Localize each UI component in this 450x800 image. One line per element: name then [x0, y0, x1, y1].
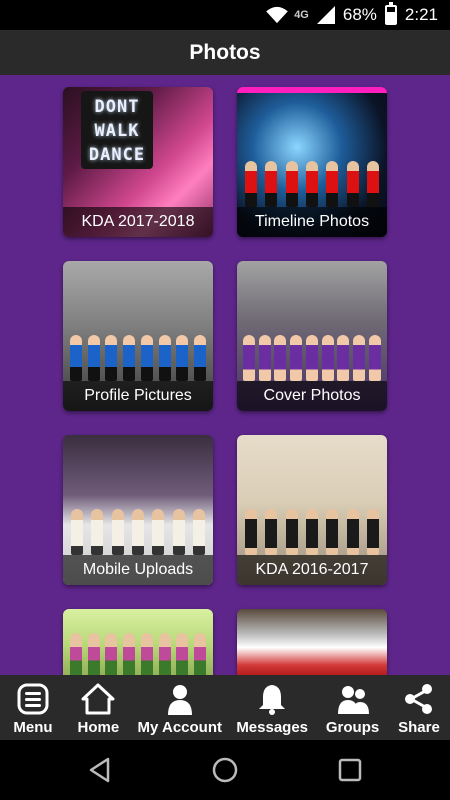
album-cover-image [63, 609, 213, 675]
album-tile-partial[interactable] [63, 609, 213, 675]
album-label: Cover Photos [237, 381, 387, 411]
dont-walk-dance-sign: DONT WALK DANCE [81, 91, 153, 169]
tab-groups[interactable]: Groups [320, 675, 386, 740]
tab-home[interactable]: Home [68, 675, 128, 740]
clock: 2:21 [404, 5, 438, 24]
wifi-icon [266, 6, 288, 24]
page-title: Photos [0, 30, 450, 75]
network-type: 4G [294, 9, 309, 21]
album-label: Mobile Uploads [63, 555, 213, 585]
album-tile-cover-photos[interactable]: Cover Photos [237, 261, 387, 411]
tab-label: Menu [13, 719, 53, 736]
album-tile-kda-2016-2017[interactable]: KDA 2016-2017 [237, 435, 387, 585]
album-label: KDA 2016-2017 [237, 555, 387, 585]
tab-share[interactable]: Share [392, 675, 446, 740]
home-icon [81, 683, 115, 715]
menu-icon [17, 683, 49, 715]
album-tile-mobile-uploads[interactable]: Mobile Uploads [63, 435, 213, 585]
battery-percent: 68% [342, 5, 377, 24]
tab-label: Messages [236, 719, 309, 736]
tab-messages[interactable]: Messages [231, 675, 313, 740]
album-tile-timeline-photos[interactable]: Timeline Photos [237, 87, 387, 237]
status-bar: 4G 68% 2:21 [0, 0, 450, 30]
album-cover-image [237, 609, 387, 675]
tab-my-account[interactable]: My Account [135, 675, 225, 740]
album-label: Profile Pictures [63, 381, 213, 411]
home-circle-icon[interactable] [211, 756, 239, 784]
signal-icon [316, 6, 335, 24]
album-tile-profile-pictures[interactable]: Profile Pictures [63, 261, 213, 411]
tab-label: Share [398, 719, 440, 736]
back-icon[interactable] [86, 756, 114, 784]
battery-icon [384, 2, 397, 25]
person-icon [167, 685, 192, 715]
album-grid[interactable]: DONT WALK DANCE KDA 2017-2018 Timeline P… [0, 75, 450, 675]
bottom-tab-bar: Menu Home My Account Messages Groups Sha… [0, 675, 450, 740]
tab-menu[interactable]: Menu [4, 675, 62, 740]
share-icon [404, 684, 432, 714]
recents-icon[interactable] [336, 756, 364, 784]
tab-label: Home [77, 719, 120, 736]
system-nav-bar [0, 740, 450, 800]
album-label: KDA 2017-2018 [63, 207, 213, 237]
tab-label: My Account [137, 719, 222, 736]
album-tile-kda-2017-2018[interactable]: DONT WALK DANCE KDA 2017-2018 [63, 87, 213, 237]
group-icon [337, 686, 369, 714]
tab-label: Groups [325, 719, 380, 736]
album-tile-partial[interactable] [237, 609, 387, 675]
bell-icon [259, 685, 286, 715]
album-label: Timeline Photos [237, 207, 387, 237]
